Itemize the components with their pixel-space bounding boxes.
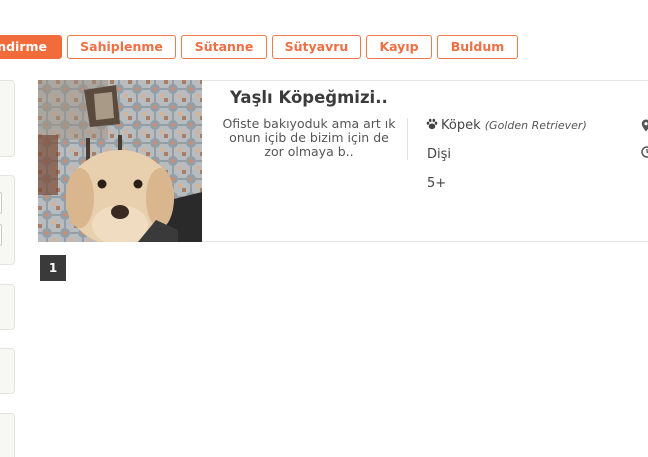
clock-icon [641,146,648,158]
tab-sahiplenme[interactable]: Sahiplenme [67,35,176,59]
filter-panel-box[interactable] [0,80,15,157]
filter-panel-box[interactable] [0,284,15,330]
tab-sahiplendirme[interactable]: ndirme [0,35,62,59]
gender-label: Dişi [427,147,452,162]
tab-kayip[interactable]: Kayıp [366,35,432,59]
breed-label: (Golden Retriever) [484,119,587,132]
listing-photo[interactable] [38,80,202,242]
dog-photo [38,80,202,242]
filter-input[interactable] [0,192,2,214]
species-info: Köpek (Golden Retriever) [426,118,587,133]
listing-title[interactable]: Yaşlı Köpeğmizi.. [230,88,388,107]
card-divider [407,118,408,160]
tab-sutyavru[interactable]: Sütyavru [272,35,361,59]
paw-icon [426,118,438,130]
age-label: 5+ [427,176,447,191]
map-pin-icon [641,119,648,132]
filter-panel-box[interactable] [0,348,15,394]
pagination-page-1[interactable]: 1 [40,255,66,281]
tab-sutanne[interactable]: Sütanne [181,35,267,59]
tab-buldum[interactable]: Buldum [437,35,518,59]
species-label: Köpek [441,118,481,133]
filter-input[interactable] [0,224,2,246]
filter-panel-box[interactable] [0,413,15,457]
listing-description: Ofiste bakıyoduk ama art ık onun içib de… [222,116,396,159]
filter-panel-box[interactable] [0,175,15,265]
listings-page: ndirme Sahiplenme Sütanne Sütyavru Kayıp… [0,0,648,457]
